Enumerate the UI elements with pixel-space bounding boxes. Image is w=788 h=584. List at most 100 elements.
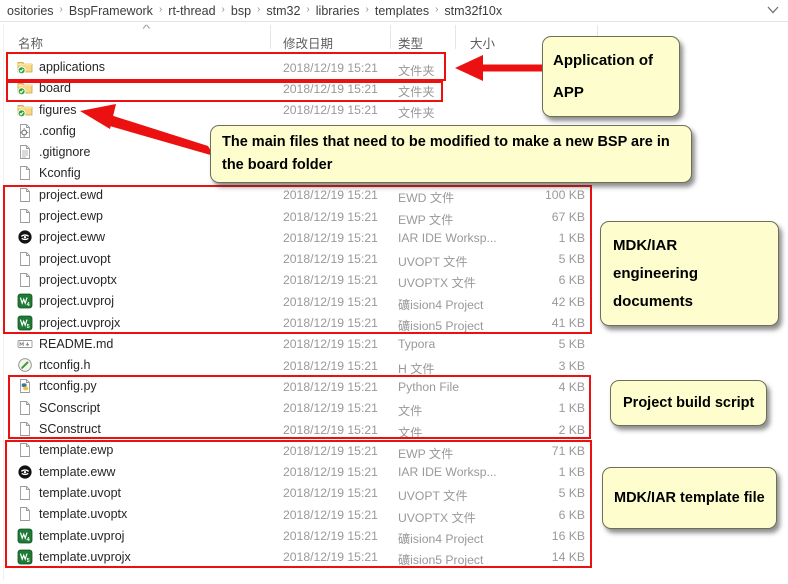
file-date: 2018/12/19 15:21 <box>283 380 378 394</box>
file-size: 3 KB <box>445 359 585 373</box>
file-date: 2018/12/19 15:21 <box>283 550 378 564</box>
file-name: template.eww <box>39 465 115 479</box>
file-date: 2018/12/19 15:21 <box>283 61 378 75</box>
column-header-date[interactable]: 修改日期 <box>283 33 333 52</box>
file-name: template.uvoptx <box>39 507 127 521</box>
file-type: H 文件 <box>398 359 435 377</box>
breadcrumb-separator-icon: › <box>221 4 226 15</box>
file-row-applications[interactable]: applications2018/12/19 15:21文件夹 <box>0 57 600 78</box>
file-row-template.uvprojx[interactable]: 5template.uvprojx2018/12/19 15:21礦ision5… <box>0 547 600 568</box>
file-date: 2018/12/19 15:21 <box>283 82 378 96</box>
file-row-SConscript[interactable]: SConscript 2018/12/19 15:21 文件 1 KB <box>0 398 600 419</box>
file-size: 67 KB <box>445 210 585 224</box>
file-size: 1 KB <box>445 465 585 479</box>
file-row-template.uvproj[interactable]: 4template.uvproj2018/12/19 15:21礦ision4 … <box>0 526 600 547</box>
file-row-template.ewp[interactable]: template.ewp2018/12/19 15:21EWP 文件71 KB <box>0 440 600 461</box>
file-row-rtconfig.py[interactable]: rtconfig.py2018/12/19 15:21Python File4 … <box>0 376 600 397</box>
file-name: template.uvopt <box>39 486 121 500</box>
column-header-size[interactable]: 大小 <box>470 33 495 52</box>
file-name: project.eww <box>39 230 105 244</box>
breadcrumb: ositories›BspFramework›rt-thread›bsp›stm… <box>0 0 788 22</box>
file-row-template.eww[interactable]: template.eww2018/12/19 15:21IAR IDE Work… <box>0 462 600 483</box>
file-row-project.ewp[interactable]: project.ewp2018/12/19 15:21EWP 文件67 KB <box>0 206 600 227</box>
file-date: 2018/12/19 15:21 <box>283 529 378 543</box>
file-name: project.ewd <box>39 188 103 202</box>
breadcrumb-item-libraries[interactable]: libraries <box>311 4 365 18</box>
file-row-template.uvoptx[interactable]: template.uvoptx2018/12/19 15:21UVOPTX 文件… <box>0 504 600 525</box>
file-row-README.md[interactable]: README.md2018/12/19 15:21Typora5 KB <box>0 334 600 355</box>
file-name: rtconfig.h <box>39 358 90 372</box>
column-header-name[interactable]: 名称 <box>18 33 43 52</box>
file-size: 1 KB <box>445 231 585 245</box>
breadcrumb-item-rt-thread[interactable]: rt-thread <box>163 4 220 18</box>
column-separator <box>390 25 391 49</box>
file-row-board[interactable]: board2018/12/19 15:21文件夹 <box>0 78 600 99</box>
file-name: SConscript <box>39 401 100 415</box>
callout-mdk-iar-template: MDK/IAR template file <box>602 467 777 529</box>
column-header-type[interactable]: 类型 <box>398 33 423 52</box>
file-size: 71 KB <box>445 444 585 458</box>
keil-uvision5-icon: 5 <box>17 549 33 565</box>
file-row-project.uvopt[interactable]: project.uvopt2018/12/19 15:21UVOPT 文件5 K… <box>0 249 600 270</box>
blank-file-icon <box>17 400 33 416</box>
python-file-icon <box>17 378 33 394</box>
breadcrumb-item-templates[interactable]: templates <box>370 4 434 18</box>
file-row-figures[interactable]: figures2018/12/19 15:21文件夹 <box>0 100 600 121</box>
file-row-project.ewd[interactable]: project.ewd2018/12/19 15:21EWD 文件100 KB <box>0 185 600 206</box>
file-date: 2018/12/19 15:21 <box>283 423 378 437</box>
file-row-project.uvprojx[interactable]: 5project.uvprojx2018/12/19 15:21礦ision5 … <box>0 313 600 334</box>
breadcrumb-separator-icon: › <box>256 4 261 15</box>
breadcrumb-item-BspFramework[interactable]: BspFramework <box>64 4 158 18</box>
file-type: 文件夹 <box>398 103 435 121</box>
blank-file-icon <box>17 208 33 224</box>
file-date: 2018/12/19 15:21 <box>283 465 378 479</box>
file-name: project.uvopt <box>39 252 111 266</box>
file-size: 6 KB <box>445 508 585 522</box>
markdown-file-icon <box>17 336 33 352</box>
file-size: 5 KB <box>445 486 585 500</box>
file-type: 文件夹 <box>398 61 435 79</box>
breadcrumb-separator-icon: › <box>305 4 310 15</box>
breadcrumb-separator-icon: › <box>158 4 163 15</box>
sort-ascending-icon[interactable]: ^ <box>142 24 150 35</box>
file-name: SConstruct <box>39 422 101 436</box>
blank-file-icon <box>17 485 33 501</box>
breadcrumb-separator-icon: › <box>59 4 64 15</box>
breadcrumb-item-bsp[interactable]: bsp <box>226 4 256 18</box>
file-row-project.uvoptx[interactable]: project.uvoptx2018/12/19 15:21UVOPTX 文件6… <box>0 270 600 291</box>
file-date: 2018/12/19 15:21 <box>283 486 378 500</box>
file-size: 2 KB <box>445 423 585 437</box>
file-date: 2018/12/19 15:21 <box>283 316 378 330</box>
keil-uvision5-icon: 5 <box>17 315 33 331</box>
breadcrumb-item-ositories[interactable]: ositories <box>2 4 59 18</box>
file-row-project.uvproj[interactable]: 4project.uvproj2018/12/19 15:21礦ision4 P… <box>0 291 600 312</box>
file-date: 2018/12/19 15:21 <box>283 401 378 415</box>
file-row-rtconfig.h[interactable]: rtconfig.h2018/12/19 15:21H 文件3 KB <box>0 355 600 376</box>
breadcrumb-item-stm32[interactable]: stm32 <box>261 4 305 18</box>
file-date: 2018/12/19 15:21 <box>283 273 378 287</box>
chevron-down-icon[interactable] <box>766 5 780 15</box>
blank-file-icon <box>17 442 33 458</box>
breadcrumb-item-stm32f10x[interactable]: stm32f10x <box>439 4 507 18</box>
callout-project-build-script: Project build script <box>610 380 767 426</box>
file-row-SConstruct[interactable]: SConstruct 2018/12/19 15:21 文件 2 KB <box>0 419 600 440</box>
file-size: 1 KB <box>445 401 585 415</box>
file-date: 2018/12/19 15:21 <box>283 210 378 224</box>
blank-file-icon <box>17 272 33 288</box>
file-date: 2018/12/19 15:21 <box>283 231 378 245</box>
file-name: README.md <box>39 337 113 351</box>
file-date: 2018/12/19 15:21 <box>283 508 378 522</box>
file-size: 14 KB <box>445 550 585 564</box>
file-name: figures <box>39 103 77 117</box>
iar-workspace-icon <box>17 229 33 245</box>
file-type: 文件 <box>398 423 422 441</box>
file-row-template.uvopt[interactable]: template.uvopt2018/12/19 15:21UVOPT 文件5 … <box>0 483 600 504</box>
file-row-project.eww[interactable]: project.eww2018/12/19 15:21IAR IDE Works… <box>0 227 600 248</box>
file-date: 2018/12/19 15:21 <box>283 444 378 458</box>
file-name: project.uvoptx <box>39 273 117 287</box>
callout-application-of-app: Application of APP <box>542 36 680 117</box>
text-file-icon <box>17 144 33 160</box>
breadcrumb-separator-icon: › <box>365 4 370 15</box>
file-type: 文件 <box>398 401 422 419</box>
file-name: Kconfig <box>39 166 81 180</box>
